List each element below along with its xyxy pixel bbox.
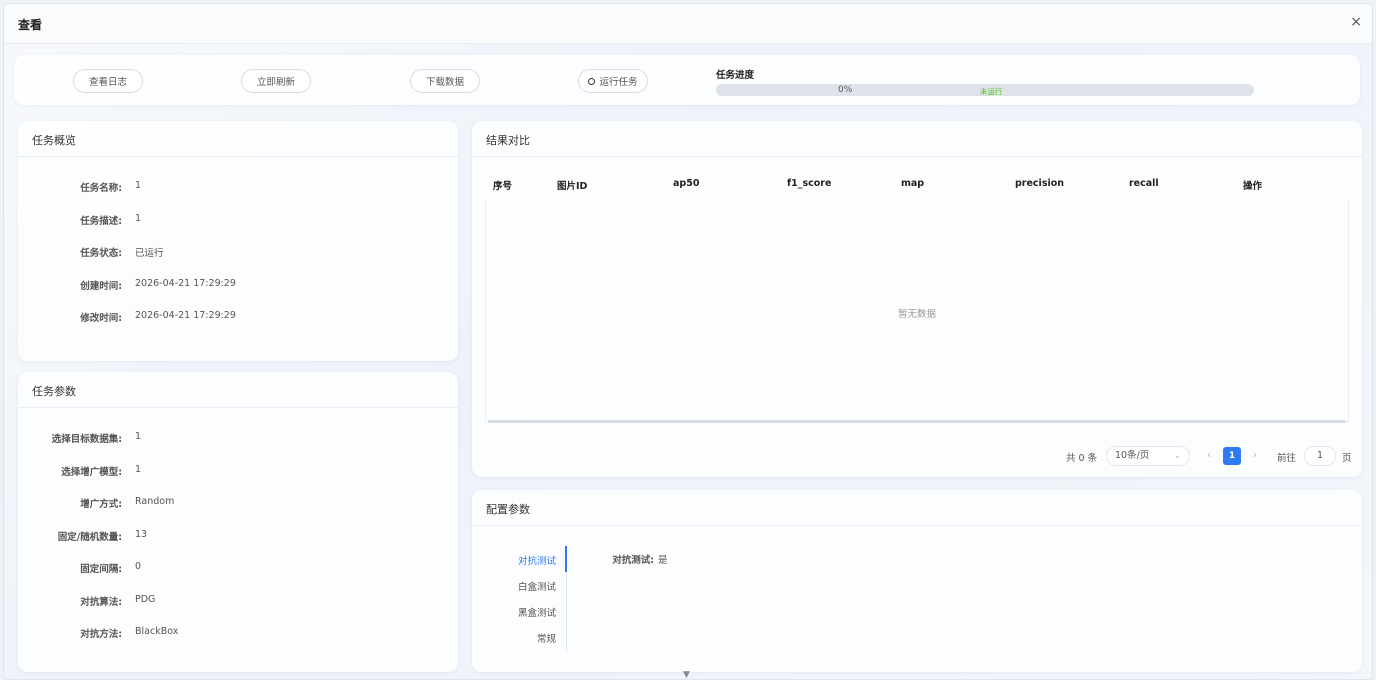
table-header-cell: 图片ID <box>557 181 588 192</box>
close-icon[interactable]: × <box>1350 14 1362 30</box>
overview-label: 任务状态: <box>80 248 122 259</box>
params-label: 固定/随机数量: <box>57 531 122 543</box>
params-label: 对抗方法: <box>80 629 122 640</box>
overview-value: 2026-04-21 17:29:29 <box>135 277 236 289</box>
overview-value: 2026-04-21 17:29:29 <box>135 310 236 321</box>
config-tab[interactable]: 白盒测试 <box>488 579 556 593</box>
scroll-down-icon[interactable]: ▼ <box>683 670 690 680</box>
overview-label: 任务名称: <box>80 183 122 194</box>
config-field-label: 对抗测试: <box>612 555 654 566</box>
view-log-label: 查看日志 <box>88 77 127 88</box>
page-number-current[interactable]: 1 <box>1223 447 1241 465</box>
params-value: 1 <box>135 463 142 475</box>
overview-card: 任务概览 <box>18 121 458 361</box>
table-header-cell: 序号 <box>493 181 513 192</box>
active-tab-indicator <box>565 546 567 572</box>
params-value: 13 <box>135 528 148 540</box>
progress-percent: 0% <box>838 85 853 95</box>
table-header-cell: precision <box>1015 178 1065 189</box>
run-icon <box>588 77 596 85</box>
run-task-label: 运行任务 <box>599 77 638 88</box>
refresh-label: 立即刷新 <box>256 77 295 88</box>
results-table-body: 暂无数据 <box>485 200 1349 422</box>
progress-label: 任务进度 <box>716 70 755 81</box>
params-divider <box>18 407 458 408</box>
table-header-cell: 操作 <box>1243 181 1263 192</box>
params-label: 选择目标数据集: <box>51 434 122 445</box>
config-tab[interactable]: 对抗测试 <box>488 553 556 567</box>
params-value: 0 <box>135 561 142 572</box>
config-tab[interactable]: 常规 <box>488 631 556 645</box>
goto-label: 前往 <box>1277 453 1297 464</box>
refresh-button[interactable]: 立即刷新 <box>241 69 311 93</box>
dialog-header: 查看 × <box>4 4 1372 44</box>
table-header-cell: recall <box>1129 178 1159 189</box>
params-label: 增广方式: <box>80 499 122 510</box>
chevron-down-icon: ⌄ <box>1174 451 1181 460</box>
download-label: 下载数据 <box>425 77 464 88</box>
download-button[interactable]: 下载数据 <box>410 69 480 93</box>
params-label: 固定间隔: <box>80 564 122 575</box>
params-label: 对抗算法: <box>80 596 122 608</box>
params-title: 任务参数 <box>32 385 76 398</box>
table-header-cell: f1_score <box>787 178 832 189</box>
config-field-value: 是 <box>658 555 668 566</box>
goto-page-input[interactable]: 1 <box>1304 446 1336 466</box>
run-task-button[interactable]: 运行任务 <box>578 69 648 93</box>
overview-label: 任务描述: <box>80 215 122 227</box>
results-divider <box>472 156 1362 157</box>
empty-text: 暂无数据 <box>897 309 936 320</box>
config-tab[interactable]: 黑盒测试 <box>488 605 556 619</box>
page-size-select[interactable]: 10条/页 ⌄ <box>1106 446 1190 466</box>
overview-value: 已运行 <box>135 248 164 259</box>
params-value: Random <box>135 496 175 507</box>
page-size-value: 10条/页 <box>1115 450 1150 461</box>
prev-page-icon[interactable]: ‹ <box>1199 446 1219 466</box>
config-divider <box>472 525 1362 526</box>
config-card: 配置参数 <box>472 490 1362 672</box>
overview-value: 1 <box>135 212 142 224</box>
overview-label: 创建时间: <box>80 280 122 292</box>
params-value: 1 <box>135 431 142 442</box>
dialog-title: 查看 <box>18 18 43 32</box>
page-suffix: 页 <box>1342 453 1352 464</box>
view-log-button[interactable]: 查看日志 <box>73 69 143 93</box>
table-scrollbar[interactable] <box>488 420 1346 423</box>
overview-label: 修改时间: <box>80 313 122 324</box>
progress-status: 未运行 <box>980 87 1003 96</box>
toolbar-card: 查看日志 立即刷新 下载数据 运行任务 任务进度 0% 未运行 <box>14 55 1360 105</box>
overview-title: 任务概览 <box>32 134 76 147</box>
table-header-cell: map <box>901 178 925 189</box>
overview-value: 1 <box>135 180 142 191</box>
overview-divider <box>18 156 458 157</box>
config-title: 配置参数 <box>486 503 530 516</box>
pagination-total: 共 0 条 <box>1066 453 1098 464</box>
results-title: 结果对比 <box>486 134 530 147</box>
params-value: BlackBox <box>135 626 179 637</box>
table-header-cell: ap50 <box>673 178 700 189</box>
next-page-icon[interactable]: › <box>1245 446 1265 466</box>
params-value: PDG <box>135 593 156 605</box>
params-label: 选择增广模型: <box>61 466 122 478</box>
